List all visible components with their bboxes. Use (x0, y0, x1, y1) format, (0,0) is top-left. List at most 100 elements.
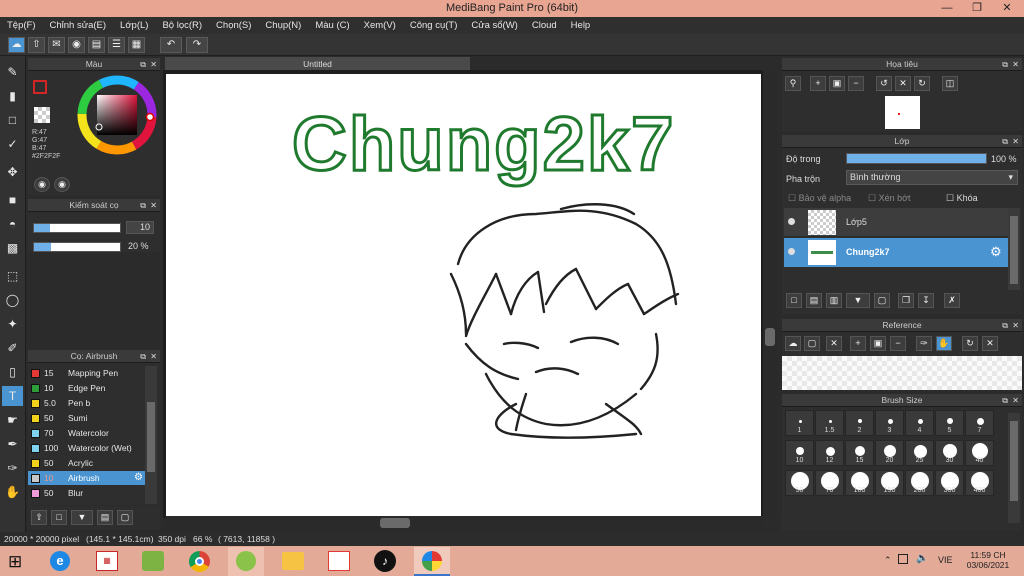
coccoc-icon[interactable] (236, 551, 256, 571)
brush-item[interactable]: 70 Watercolor (28, 426, 145, 440)
eraser-tool-icon[interactable]: ▮ (2, 86, 23, 106)
brush-size-cell[interactable]: 50 (785, 470, 814, 496)
undo-icon[interactable]: ↶ (160, 37, 182, 53)
list-icon[interactable]: ☰ (108, 37, 125, 53)
menu-item[interactable]: Màu (C) (308, 17, 356, 34)
brush-tool-icon[interactable]: ✎ (2, 62, 23, 82)
volume-icon[interactable]: 🔈 (916, 553, 928, 564)
medibang-icon[interactable] (422, 551, 442, 571)
brush-size-cell[interactable]: 20 (875, 440, 904, 466)
close-panel-icon[interactable]: ✕ (1012, 58, 1019, 71)
menu-item[interactable]: Xem(V) (357, 17, 403, 34)
gear-icon[interactable]: ⚙ (990, 244, 1002, 260)
menu-item[interactable]: Cửa sổ(W) (464, 17, 524, 34)
undock-icon[interactable]: ⧉ (1002, 58, 1008, 71)
close-panel-icon[interactable]: ✕ (150, 199, 157, 212)
reference-preview[interactable] (782, 356, 1022, 390)
brush-size-cell[interactable]: 7 (965, 410, 994, 436)
menu-item[interactable]: Cloud (525, 17, 564, 34)
eyedropper-tool-icon[interactable]: ✑ (2, 458, 23, 478)
foreground-color-swatch[interactable] (33, 80, 47, 94)
document-tab[interactable]: Untitled (165, 57, 470, 71)
fit-icon[interactable]: ▣ (870, 336, 886, 351)
brush-item[interactable]: 50 Sumi (28, 411, 145, 425)
clock[interactable]: 11:59 CH 03/06/2021 (966, 550, 1010, 570)
cloud-icon[interactable]: ☁ (8, 37, 25, 53)
brush-size-cell[interactable]: 150 (875, 470, 904, 496)
select-rect-tool-icon[interactable]: ⬚ (2, 266, 23, 286)
windows-start-icon[interactable]: ⊞ (8, 552, 22, 572)
bluestacks-icon[interactable] (142, 551, 164, 571)
menu-item[interactable]: Công cụ(T) (403, 17, 465, 34)
brush-size-cell[interactable]: 3 (875, 410, 904, 436)
menu-item[interactable]: Tệp(F) (0, 17, 43, 34)
line-tool-icon[interactable]: ✓ (2, 134, 23, 154)
duplicate-layer-icon[interactable]: ❐ (898, 293, 914, 308)
brush-size-cell[interactable]: 30 (935, 440, 964, 466)
close-button[interactable]: ✕ (992, 0, 1022, 17)
rotate-right-icon[interactable]: ↻ (914, 76, 930, 91)
brush-item[interactable]: 50 Blur (28, 486, 145, 500)
language-indicator[interactable]: VIE (938, 555, 953, 565)
zoom-out-icon[interactable]: − (890, 336, 906, 351)
close-reference-icon[interactable]: ✕ (826, 336, 842, 351)
brush-size-cell[interactable]: 200 (905, 470, 934, 496)
protect-alpha-checkbox[interactable]: ☐ Bảo vệ alpha (788, 193, 851, 204)
new-8bit-layer-icon[interactable]: ▥ (826, 293, 842, 308)
undock-icon[interactable]: ⧉ (140, 350, 146, 363)
size-slider[interactable] (33, 223, 121, 233)
bucket-tool-icon[interactable]: ◓ (2, 214, 23, 234)
brush-item[interactable]: 5.0 Pen b (28, 396, 145, 410)
brush-item[interactable]: 10 Edge Pen (28, 381, 145, 395)
palette-icon[interactable]: ◉ (34, 177, 50, 192)
drawing-canvas[interactable]: Chung2k7 (166, 74, 761, 516)
menu-item[interactable]: Chỉnh sửa(E) (43, 17, 114, 34)
fill-rect-tool-icon[interactable]: ■ (2, 190, 23, 210)
brush-size-scrollbar[interactable] (1008, 413, 1020, 523)
merge-layer-icon[interactable]: ↧ (918, 293, 934, 308)
redo-icon[interactable]: ↷ (186, 37, 208, 53)
brush-size-cell[interactable]: 300 (935, 470, 964, 496)
brush-menu-icon[interactable]: ▼ (71, 510, 93, 525)
close-panel-icon[interactable]: ✕ (1012, 319, 1019, 332)
layer-opacity-slider[interactable] (846, 153, 987, 164)
zoom-out-icon[interactable]: − (848, 76, 864, 91)
zoom-in-icon[interactable]: + (850, 336, 866, 351)
chrome-icon[interactable] (189, 551, 210, 572)
fit-icon[interactable]: ▣ (829, 76, 845, 91)
shape-tool-icon[interactable]: □ (2, 110, 23, 130)
add-brush-icon[interactable]: ⇧ (31, 510, 47, 525)
zoom-in-icon[interactable]: + (810, 76, 826, 91)
canvas-vertical-scrollbar[interactable] (763, 70, 777, 518)
undock-icon[interactable]: ⧉ (140, 58, 146, 71)
select-pen-icon[interactable]: ✐ (2, 338, 23, 358)
undock-icon[interactable]: ⧉ (1002, 319, 1008, 332)
layer-row[interactable]: Chung2k7 ⚙ (784, 238, 1008, 267)
internet-explorer-icon[interactable]: e (50, 551, 70, 571)
new-layer-icon[interactable]: □ (786, 293, 802, 308)
brush-size-cell[interactable]: 70 (815, 470, 844, 496)
text-tool-icon[interactable]: T (2, 386, 23, 406)
menu-item[interactable]: Help (564, 17, 598, 34)
magic-wand-icon[interactable]: ✦ (2, 314, 23, 334)
lasso-tool-icon[interactable]: ◯ (2, 290, 23, 310)
hand-icon[interactable]: ✋ (936, 336, 952, 351)
reset-icon[interactable]: ✕ (982, 336, 998, 351)
operation-tool-icon[interactable]: ☛ (2, 410, 23, 430)
eye-icon[interactable] (788, 248, 795, 255)
brush-list-scrollbar[interactable] (145, 366, 157, 504)
brush-size-cell[interactable]: 1 (785, 410, 814, 436)
canvas-horizontal-scrollbar[interactable] (166, 516, 763, 530)
grid-icon[interactable]: ▦ (128, 37, 145, 53)
tiktok-icon[interactable]: ♪ (374, 550, 396, 572)
flip-icon[interactable]: ◫ (942, 76, 958, 91)
lock-checkbox[interactable]: ☐ Khóa (946, 193, 978, 204)
close-panel-icon[interactable]: ✕ (1012, 135, 1019, 148)
brush-item[interactable]: 50 Acrylic (28, 456, 145, 470)
network-icon[interactable] (898, 554, 908, 564)
eyedropper-icon[interactable]: ✑ (916, 336, 932, 351)
layer-list-scrollbar[interactable] (1008, 208, 1020, 290)
brush-item[interactable]: 100 Watercolor (Wet) (28, 441, 145, 455)
opacity-slider[interactable] (33, 242, 121, 252)
brush-size-cell[interactable]: 5 (935, 410, 964, 436)
